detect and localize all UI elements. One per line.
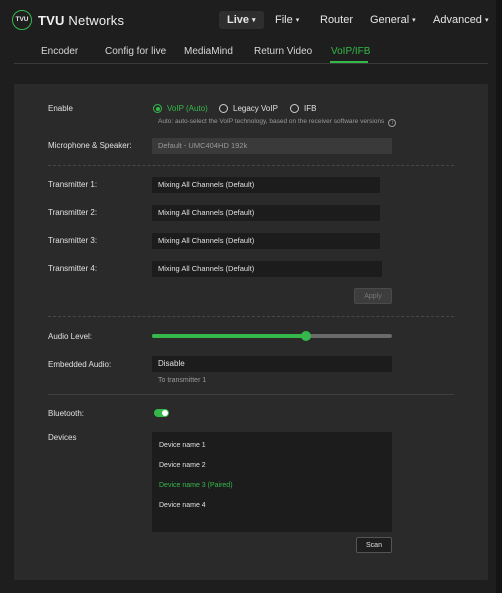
- nav-live[interactable]: Live ▾: [219, 11, 264, 29]
- tab-encoder[interactable]: Encoder: [41, 46, 78, 57]
- tab-voip-ifb[interactable]: VoIP/IFB: [331, 46, 370, 57]
- caret-down-icon: ▾: [252, 17, 256, 24]
- mic-label: Microphone & Speaker:: [48, 141, 132, 150]
- nav-router[interactable]: Router: [320, 14, 353, 26]
- tab-return-video[interactable]: Return Video: [254, 46, 312, 57]
- transmitter-1-label: Transmitter 1:: [48, 180, 98, 189]
- radio-ifb-label[interactable]: IFB: [304, 104, 316, 113]
- embedded-audio-hint: To transmitter 1: [158, 377, 207, 384]
- window-edge: [496, 0, 502, 593]
- embedded-audio-select[interactable]: Disable: [152, 356, 392, 372]
- transmitter-4-select[interactable]: Mixing All Channels (Default): [152, 261, 382, 277]
- brand-name: TVU Networks: [38, 13, 125, 28]
- list-item[interactable]: Device name 2: [159, 462, 206, 469]
- nav-file[interactable]: File ▾: [275, 14, 299, 26]
- divider: [48, 165, 454, 166]
- top-bar: TVU TVU Networks Live ▾ File ▾ Router Gene…: [0, 0, 502, 42]
- tabs-divider: [14, 63, 488, 64]
- bluetooth-label: Bluetooth:: [48, 409, 85, 418]
- scan-button[interactable]: Scan: [356, 537, 392, 553]
- devices-label: Devices: [48, 433, 77, 442]
- sub-tabs: Encoder Config for live MediaMind Return…: [0, 42, 502, 64]
- info-icon[interactable]: i: [388, 119, 397, 127]
- apply-button[interactable]: Apply: [354, 288, 392, 304]
- transmitter-4-label: Transmitter 4:: [48, 264, 98, 273]
- caret-down-icon: ▾: [412, 17, 416, 24]
- nav-general[interactable]: General ▾: [370, 14, 416, 26]
- divider: [48, 394, 454, 395]
- mic-select[interactable]: Default - UMC404HD 192k: [152, 138, 392, 154]
- radio-voip-auto[interactable]: [153, 104, 162, 113]
- transmitter-2-label: Transmitter 2:: [48, 208, 98, 217]
- tab-mediamind[interactable]: MediaMind: [184, 46, 233, 57]
- embedded-audio-label: Embedded Audio:: [48, 360, 112, 369]
- audio-level-slider[interactable]: [152, 331, 392, 341]
- enable-hint: Auto: auto-select the VoIP technology, b…: [158, 118, 397, 127]
- nav-advanced[interactable]: Advanced ▾: [433, 14, 488, 26]
- tab-config-for-live[interactable]: Config for live: [105, 46, 166, 57]
- transmitter-2-select[interactable]: Mixing All Channels (Default): [152, 205, 380, 221]
- audio-level-handle[interactable]: [300, 331, 311, 341]
- radio-legacy-voip-label[interactable]: Legacy VoIP: [233, 104, 278, 113]
- caret-down-icon: ▾: [295, 17, 300, 24]
- divider: [48, 316, 454, 317]
- bluetooth-toggle[interactable]: [154, 409, 169, 417]
- logo-icon: TVU: [12, 10, 32, 30]
- radio-voip-auto-label[interactable]: VoIP (Auto): [167, 104, 208, 113]
- audio-level-fill: [152, 334, 306, 338]
- list-item[interactable]: Device name 3 (Paired): [159, 482, 233, 489]
- transmitter-1-select[interactable]: Mixing All Channels (Default): [152, 177, 380, 193]
- transmitter-3-label: Transmitter 3:: [48, 236, 98, 245]
- devices-list: Device name 1 Device name 2 Device name …: [152, 432, 392, 532]
- audio-level-label: Audio Level:: [48, 332, 93, 341]
- list-item[interactable]: Device name 1: [159, 442, 206, 449]
- enable-label: Enable: [48, 104, 73, 113]
- transmitter-3-select[interactable]: Mixing All Channels (Default): [152, 233, 380, 249]
- caret-down-icon: ▾: [484, 17, 489, 24]
- list-item[interactable]: Device name 4: [159, 502, 206, 509]
- radio-ifb[interactable]: [290, 104, 299, 113]
- radio-legacy-voip[interactable]: [219, 104, 228, 113]
